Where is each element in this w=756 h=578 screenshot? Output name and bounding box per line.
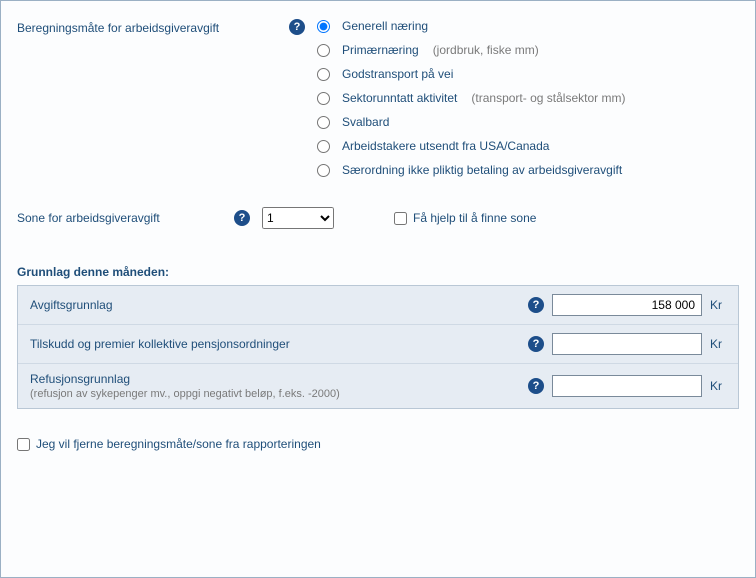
basis-row-label: Avgiftsgrunnlag bbox=[30, 298, 113, 312]
radio-label: Generell næring bbox=[342, 19, 428, 33]
zone-select[interactable]: 1 bbox=[262, 207, 334, 229]
remove-calc-checkbox[interactable] bbox=[17, 438, 30, 451]
radio-input[interactable] bbox=[317, 68, 330, 81]
basis-input-avgiftsgrunnlag[interactable] bbox=[552, 294, 702, 316]
basis-row-tilskudd: Tilskudd og premier kollektive pensjonso… bbox=[18, 325, 738, 364]
help-icon[interactable]: ? bbox=[528, 336, 544, 352]
radio-label: Særordning ikke pliktig betaling av arbe… bbox=[342, 163, 622, 177]
zone-find-checkbox[interactable] bbox=[394, 212, 407, 225]
help-icon[interactable]: ? bbox=[234, 210, 250, 226]
form-page: Beregningsmåte for arbeidsgiveravgift ? … bbox=[0, 0, 756, 578]
radio-input[interactable] bbox=[317, 116, 330, 129]
radio-input[interactable] bbox=[317, 164, 330, 177]
radio-option-godstransport[interactable]: Godstransport på vei bbox=[317, 67, 625, 81]
radio-label: Primærnæring bbox=[342, 43, 419, 57]
remove-calc-label: Jeg vil fjerne beregningsmåte/sone fra r… bbox=[36, 437, 321, 451]
calc-method-section: Beregningsmåte for arbeidsgiveravgift ? … bbox=[17, 19, 739, 177]
basis-row-refusjon: Refusjonsgrunnlag (refusjon av sykepenge… bbox=[18, 364, 738, 408]
basis-heading: Grunnlag denne måneden: bbox=[17, 265, 739, 279]
remove-calc-row[interactable]: Jeg vil fjerne beregningsmåte/sone fra r… bbox=[17, 437, 739, 451]
radio-input[interactable] bbox=[317, 140, 330, 153]
zone-find-help[interactable]: Få hjelp til å finne sone bbox=[394, 211, 536, 225]
calc-method-label: Beregningsmåte for arbeidsgiveravgift bbox=[17, 21, 219, 35]
radio-input[interactable] bbox=[317, 44, 330, 57]
radio-label: Sektorunntatt aktivitet bbox=[342, 91, 457, 105]
radio-input[interactable] bbox=[317, 92, 330, 105]
radio-option-utsendt[interactable]: Arbeidstakere utsendt fra USA/Canada bbox=[317, 139, 625, 153]
radio-option-primaer[interactable]: Primærnæring (jordbruk, fiske mm) bbox=[317, 43, 625, 57]
radio-input[interactable] bbox=[317, 20, 330, 33]
basis-input-tilskudd[interactable] bbox=[552, 333, 702, 355]
currency-label: Kr bbox=[710, 379, 726, 393]
help-icon[interactable]: ? bbox=[528, 297, 544, 313]
radio-option-sektorunntatt[interactable]: Sektorunntatt aktivitet (transport- og s… bbox=[317, 91, 625, 105]
currency-label: Kr bbox=[710, 298, 726, 312]
calc-method-label-wrap: Beregningsmåte for arbeidsgiveravgift bbox=[17, 19, 277, 35]
help-icon[interactable]: ? bbox=[528, 378, 544, 394]
basis-row-label: Refusjonsgrunnlag bbox=[30, 372, 130, 386]
currency-label: Kr bbox=[710, 337, 726, 351]
radio-option-svalbard[interactable]: Svalbard bbox=[317, 115, 625, 129]
basis-row-avgiftsgrunnlag: Avgiftsgrunnlag ? Kr bbox=[18, 286, 738, 325]
radio-option-saerordning[interactable]: Særordning ikke pliktig betaling av arbe… bbox=[317, 163, 625, 177]
radio-option-generell[interactable]: Generell næring bbox=[317, 19, 625, 33]
radio-label: Godstransport på vei bbox=[342, 67, 453, 81]
radio-label: Arbeidstakere utsendt fra USA/Canada bbox=[342, 139, 549, 153]
zone-section: Sone for arbeidsgiveravgift ? 1 Få hjelp… bbox=[17, 207, 739, 229]
calc-method-options: Generell næring Primærnæring (jordbruk, … bbox=[317, 19, 625, 177]
radio-label: Svalbard bbox=[342, 115, 389, 129]
radio-hint: (transport- og stålsektor mm) bbox=[471, 91, 625, 105]
zone-label: Sone for arbeidsgiveravgift bbox=[17, 211, 222, 225]
zone-find-label: Få hjelp til å finne sone bbox=[413, 211, 536, 225]
basis-box: Avgiftsgrunnlag ? Kr Tilskudd og premier… bbox=[17, 285, 739, 409]
basis-row-label: Tilskudd og premier kollektive pensjonso… bbox=[30, 337, 290, 351]
help-icon[interactable]: ? bbox=[289, 19, 305, 35]
radio-hint: (jordbruk, fiske mm) bbox=[433, 43, 539, 57]
basis-input-refusjon[interactable] bbox=[552, 375, 702, 397]
basis-row-sub: (refusjon av sykepenger mv., oppgi negat… bbox=[30, 388, 528, 400]
